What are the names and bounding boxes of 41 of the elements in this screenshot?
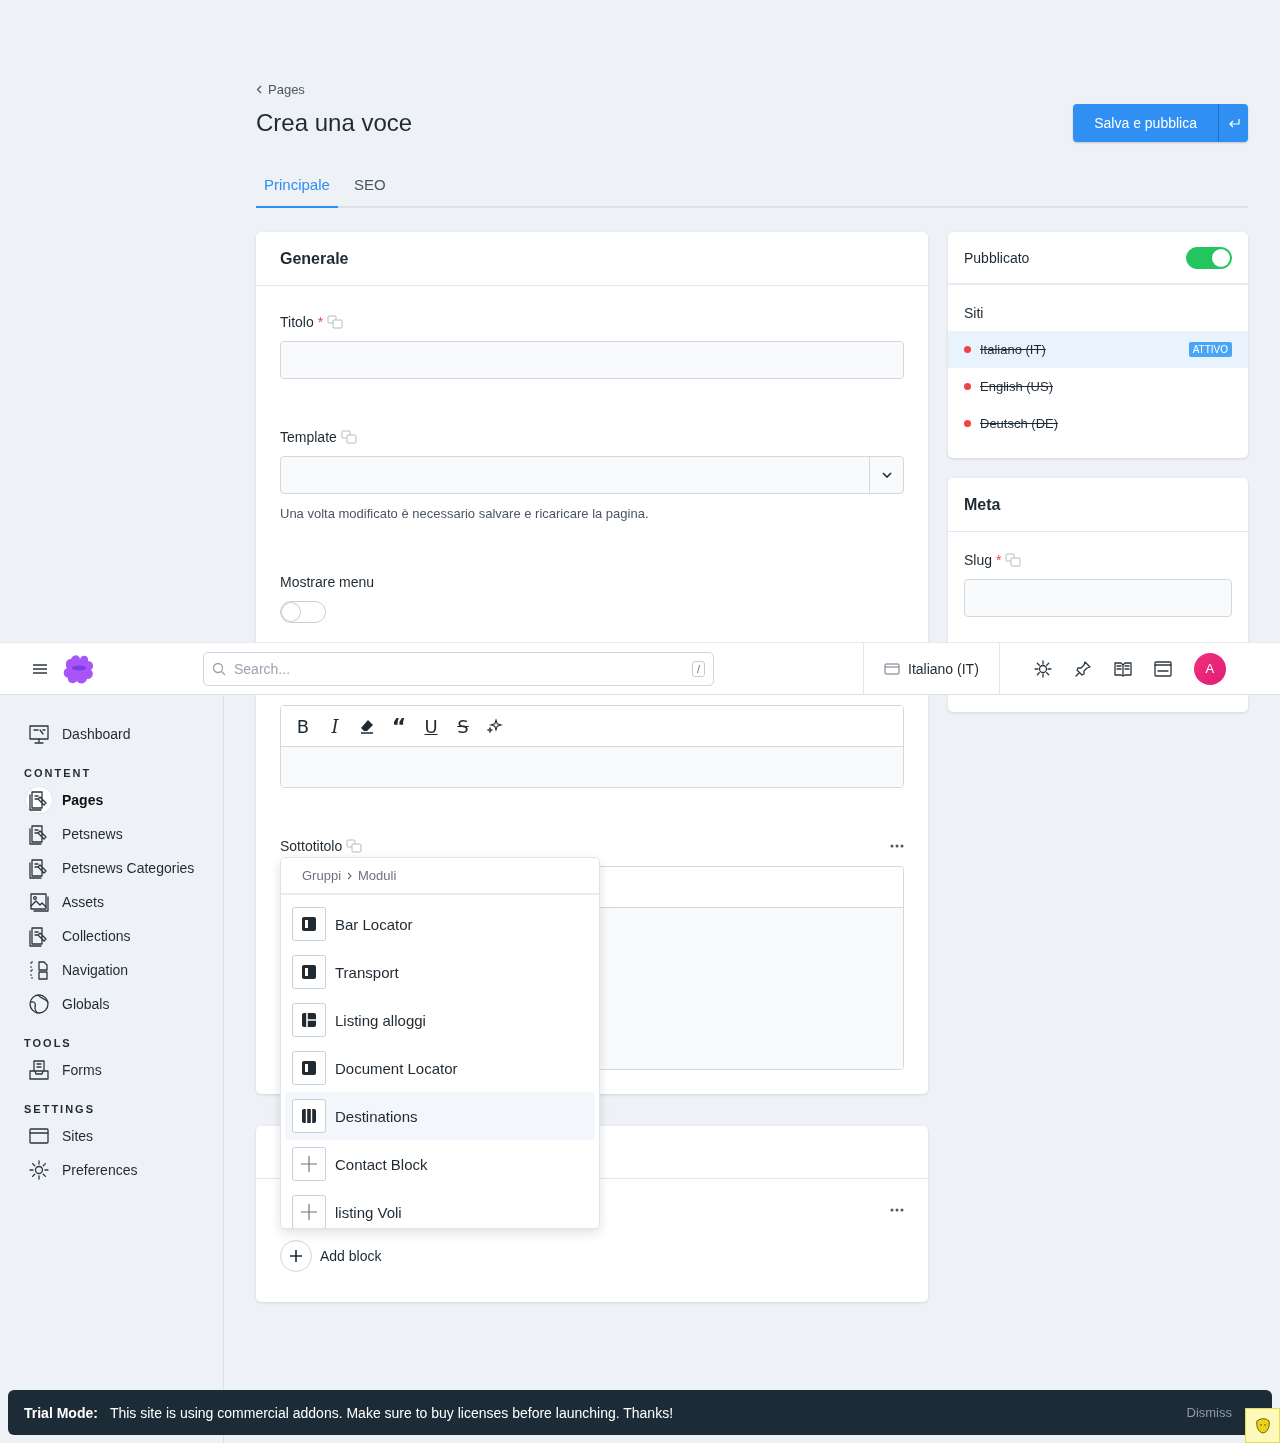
card-title: Generale xyxy=(256,232,928,286)
nav-label: Collections xyxy=(62,928,131,944)
shortcut-key: / xyxy=(691,660,705,677)
section-heading: CONTENT xyxy=(24,766,93,781)
nav-label: Globals xyxy=(62,996,110,1012)
field-label: Mostrare menu xyxy=(280,574,375,590)
field-label: Titolo xyxy=(280,314,314,330)
nav-label: Petsnews xyxy=(62,826,123,842)
banner-label: Trial Mode: xyxy=(24,1404,98,1421)
section-heading: TOOLS xyxy=(24,1036,73,1051)
active-badge: ATTIVO xyxy=(1188,342,1232,357)
card-title: Meta xyxy=(948,478,1248,532)
nav-label: Assets xyxy=(62,894,104,910)
field-label: Sottotitolo xyxy=(280,838,343,854)
block-label: listing Voli xyxy=(335,1203,402,1221)
publish-label: Pubblicato xyxy=(964,249,1030,266)
nav-label: Navigation xyxy=(62,962,129,978)
page-title: Crea una voce xyxy=(256,108,413,138)
nav-label: Forms xyxy=(62,1062,102,1078)
nav-label: Dashboard xyxy=(62,726,131,742)
field-label: Slug xyxy=(964,552,993,568)
site-name: Deutsch (DE) xyxy=(980,416,1060,431)
block-label: Contact Block xyxy=(335,1155,428,1173)
nav-label: Sites xyxy=(62,1128,94,1144)
required-marker: * xyxy=(317,314,324,330)
block-label: Destinations xyxy=(335,1107,418,1125)
block-label: Listing alloggi xyxy=(335,1011,426,1029)
nav-label: Preferences xyxy=(62,1162,138,1178)
block-label: Transport xyxy=(335,963,399,981)
site-name: Italiano (IT) xyxy=(980,342,1047,357)
nav-label: Petsnews Categories xyxy=(62,860,195,876)
required-marker: * xyxy=(996,552,1002,568)
field-label: Template xyxy=(280,429,337,445)
nav-label: Pages xyxy=(62,792,104,808)
sites-heading: Siti xyxy=(963,304,985,323)
help-text: Una volta modificato è necessario salvare e ricaricare la pagina. xyxy=(280,505,650,523)
section-heading: SETTINGS xyxy=(24,1102,96,1117)
block-label: Bar Locator xyxy=(335,915,413,933)
site-name: English (US) xyxy=(980,379,1054,394)
block-label: Document Locator xyxy=(335,1059,458,1077)
banner-message: This site is using commercial addons. Make sure to buy licenses before launching. Thanks! xyxy=(109,1404,675,1421)
